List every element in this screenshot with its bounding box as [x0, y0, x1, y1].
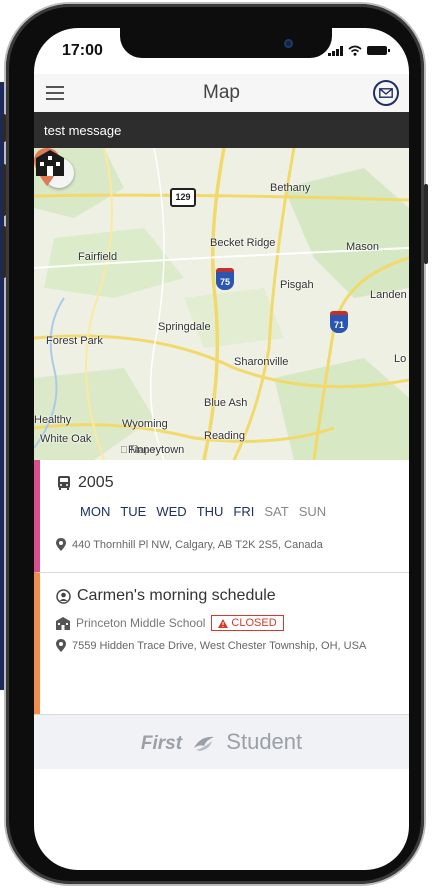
route-header: 2005: [56, 474, 114, 492]
envelope-icon[interactable]: [373, 80, 399, 106]
route-address: 440 Thornhill Pl NW, Calgary, AB T2K 2S5…: [56, 538, 323, 551]
map-label: Fairfield: [78, 251, 118, 263]
app-bar: Map: [34, 74, 409, 112]
route-card[interactable]: 2005 MON TUE WED THU FRI SAT SUN 440 Tho…: [34, 460, 409, 572]
footer: First Student: [34, 714, 409, 769]
location-pin-icon: [56, 538, 66, 551]
schedule-header: Carmen's morning schedule: [56, 587, 276, 605]
day-label: MON: [80, 504, 111, 519]
status-badge: CLOSED: [211, 615, 284, 631]
map-label: Forest Park: [46, 335, 103, 347]
signal-icon: [328, 45, 343, 56]
schedule-title: Carmen's morning schedule: [77, 587, 276, 604]
person-icon: [56, 588, 71, 604]
envelope-glyph: [379, 88, 393, 98]
phone-screen: 17:00 Map test message Bethany Becket Ri…: [34, 28, 409, 870]
location-pin-icon: [56, 639, 66, 652]
schedule-address: 7559 Hidden Trace Drive, West Chester To…: [56, 639, 366, 652]
map-label: Springdale: [158, 321, 211, 333]
brand-logo: First Student: [34, 729, 409, 755]
school-row: Princeton Middle School CLOSED: [56, 615, 284, 631]
day-label: SUN: [298, 504, 327, 519]
status-time: 17:00: [62, 42, 103, 59]
page-title: Map: [203, 82, 240, 103]
day-label: THU: [196, 504, 224, 519]
day-label: SAT: [264, 504, 289, 519]
phone-frame: 17:00 Map test message Bethany Becket Ri…: [2, 4, 428, 884]
brand-second: Student: [226, 729, 303, 754]
map-label: Sharonville: [234, 356, 289, 368]
first-student-logo-icon: [194, 737, 215, 752]
warning-icon: [218, 618, 229, 628]
route-number: 2005: [78, 474, 114, 491]
map-label: Reading: [204, 430, 245, 442]
wifi-icon: [348, 45, 362, 56]
system-icons: [328, 45, 390, 56]
school-marker-icon[interactable]: [34, 148, 66, 178]
message-banner[interactable]: test message: [34, 112, 409, 148]
day-label: WED: [156, 504, 187, 519]
map-base: [34, 148, 409, 460]
map-label: Healthy: [34, 414, 72, 426]
bus-icon: [58, 476, 70, 490]
status-text: CLOSED: [231, 617, 277, 629]
map-label: Bethany: [270, 182, 311, 194]
route-shield: 129: [170, 188, 196, 207]
map-label: Becket Ridge: [210, 237, 276, 249]
map-legal[interactable]:  Maps: [120, 445, 155, 456]
map-label: Lo: [394, 353, 407, 365]
schedule-card[interactable]: Carmen's morning schedule Princeton Midd…: [34, 572, 409, 715]
school-icon: [56, 616, 70, 630]
camera-icon: [284, 39, 293, 48]
side-button: [2, 164, 6, 216]
interstate-shield: 75: [216, 268, 234, 290]
notch: [120, 28, 332, 58]
map-label: Blue Ash: [204, 397, 248, 409]
map-label: White Oak: [40, 433, 92, 445]
map-view[interactable]: Bethany Becket Ridge Mason Fairfield Pis…: [34, 148, 409, 460]
school-name: Princeton Middle School: [76, 616, 206, 630]
side-button: [2, 114, 6, 142]
map-label: Wyoming: [122, 418, 168, 430]
interstate-shield: 71: [330, 311, 348, 333]
message-text: test message: [44, 123, 122, 138]
days-of-week: MON TUE WED THU FRI SAT SUN: [80, 504, 330, 519]
map-label: Mason: [346, 241, 380, 253]
brand-first: First: [140, 733, 183, 754]
map-label: Landen: [370, 289, 407, 301]
side-button: [424, 184, 428, 264]
side-button: [2, 226, 6, 278]
address-text: 440 Thornhill Pl NW, Calgary, AB T2K 2S5…: [72, 538, 323, 551]
battery-icon: [367, 46, 390, 55]
day-label: TUE: [120, 504, 147, 519]
address-text: 7559 Hidden Trace Drive, West Chester To…: [72, 639, 367, 652]
day-label: FRI: [233, 504, 255, 519]
map-label: Pisgah: [280, 279, 314, 291]
